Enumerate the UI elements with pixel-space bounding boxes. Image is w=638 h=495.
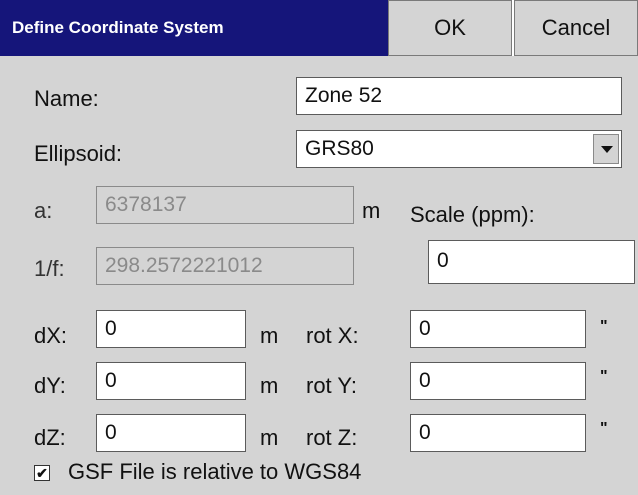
dy-field[interactable]: 0 [96,362,246,400]
dy-unit: m [260,373,279,398]
gsf-checkbox[interactable]: ✔ [34,465,50,481]
dz-unit: m [260,425,279,450]
dx-field[interactable]: 0 [96,310,246,348]
name-label: Name: [34,86,99,111]
scale-field[interactable]: 0 [428,240,635,284]
rot-x-unit: " [600,318,608,335]
inv-f-label: 1/f: [34,256,65,281]
dz-field[interactable]: 0 [96,414,246,452]
cancel-button[interactable]: Cancel [514,0,638,56]
rot-z-unit: " [600,420,608,437]
dz-label: dZ: [34,425,66,450]
ellipsoid-label: Ellipsoid: [34,141,123,166]
dx-unit: m [260,323,279,348]
ellipsoid-value: GRS80 [305,137,374,160]
chevron-down-icon[interactable] [593,134,619,164]
scale-label: Scale (ppm): [410,202,535,227]
rot-y-unit: " [600,368,608,385]
dx-label: dX: [34,323,68,348]
a-field: 6378137 [96,186,354,224]
inv-f-field: 298.2572221012 [96,247,354,285]
a-label: a: [34,198,53,223]
rot-y-field[interactable]: 0 [410,362,586,400]
gsf-checkbox-label[interactable]: GSF File is relative to WGS84 [68,459,361,485]
rot-x-field[interactable]: 0 [410,310,586,348]
ellipsoid-select[interactable]: GRS80 [296,130,622,168]
a-unit: m [362,198,381,223]
name-field[interactable]: Zone 52 [296,77,622,115]
ok-button[interactable]: OK [388,0,512,56]
dy-label: dY: [34,373,66,398]
rot-y-label: rot Y: [306,373,357,398]
rot-x-label: rot X: [306,323,359,348]
rot-z-field[interactable]: 0 [410,414,586,452]
title-bar: Define Coordinate System OK Cancel [0,0,638,56]
dialog-title: Define Coordinate System [0,0,388,56]
rot-z-label: rot Z: [306,425,358,450]
